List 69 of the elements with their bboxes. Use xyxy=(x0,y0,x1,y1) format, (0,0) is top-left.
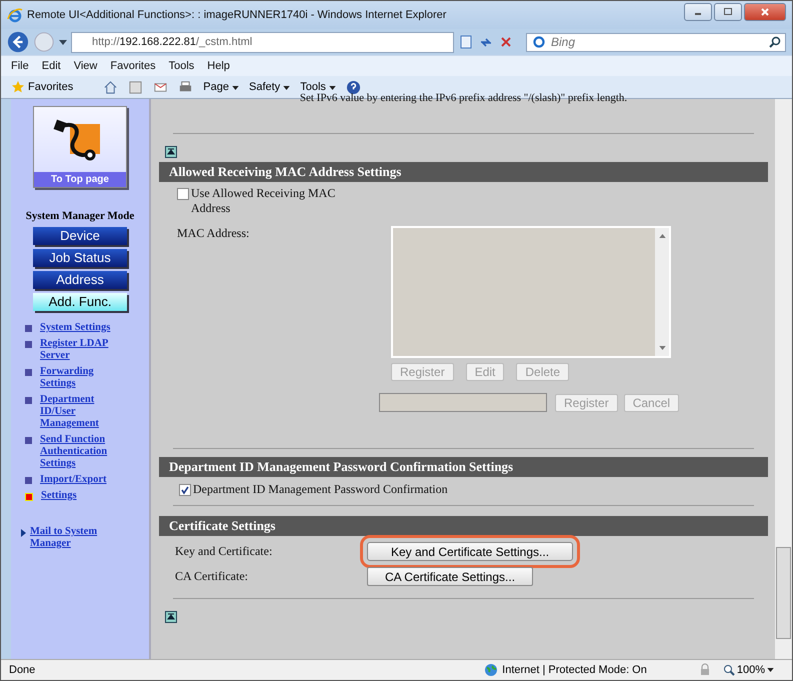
toolbar-menu[interactable]: Safety xyxy=(249,81,290,93)
browser-logo-icon xyxy=(7,7,23,23)
caret-icon xyxy=(232,86,239,90)
magnifier-icon xyxy=(722,664,735,676)
sidebar-link[interactable]: Forwarding Settings xyxy=(40,366,120,390)
section-header: Allowed Receiving MAC Address Settings xyxy=(159,162,768,182)
address-field[interactable]: http://192.168.222.81/_cstm.html xyxy=(71,32,454,52)
caret-icon xyxy=(329,86,336,90)
field-label: Key and Certificate: xyxy=(174,544,274,559)
maximize-icon xyxy=(723,7,733,17)
sidebar-link[interactable]: Import/Export xyxy=(40,474,120,486)
search-field[interactable]: Bing xyxy=(526,32,786,52)
field-label: CA Certificate: xyxy=(174,569,249,584)
nav-button[interactable]: Job Status xyxy=(33,249,127,267)
menu-item[interactable]: Tools xyxy=(168,60,194,72)
mail-link[interactable]: Mail to System Manager xyxy=(30,526,120,550)
home-icon[interactable] xyxy=(103,80,118,94)
back-button[interactable] xyxy=(7,31,29,53)
toolbar-menu[interactable]: Page xyxy=(203,81,239,93)
nav-button[interactable]: Add. Func. xyxy=(33,293,127,311)
nav-button[interactable]: Address xyxy=(33,271,127,289)
search-icon[interactable] xyxy=(769,36,781,48)
menu-item[interactable]: Help xyxy=(207,60,230,72)
sidebar-link[interactable]: Department ID/User Management xyxy=(40,394,120,430)
window-title: Remote UI<Additional Functions>: : imageRUNNER1740i - Windows Internet Explorer xyxy=(27,9,448,21)
checkbox-label: Department ID Management Password Confirmation xyxy=(193,482,448,497)
close-button[interactable] xyxy=(744,3,786,21)
page-scrollbar[interactable] xyxy=(774,99,792,659)
sidebar-link[interactable]: Send Function Authentication Settings xyxy=(40,434,120,470)
section-header: Certificate Settings xyxy=(159,516,768,536)
caret-icon xyxy=(283,86,290,90)
intro-text: Set IPv6 value by entering the IPv6 prefix address "/(slash)" prefix length. xyxy=(300,94,628,103)
scroll-down-icon[interactable] xyxy=(658,346,666,350)
menu-item[interactable]: View xyxy=(74,60,98,72)
sidebar-link[interactable]: Settings xyxy=(41,490,121,502)
maximize-button[interactable] xyxy=(714,3,742,21)
checkbox[interactable] xyxy=(179,484,191,496)
menu-item[interactable]: Favorites xyxy=(110,60,156,72)
history-dropdown-icon[interactable] xyxy=(59,40,67,44)
favorites-button[interactable]: Favorites xyxy=(11,80,74,94)
security-zone: Internet | Protected Mode: On xyxy=(484,663,647,677)
scroll-up-icon[interactable] xyxy=(658,234,666,238)
star-icon xyxy=(11,80,25,94)
globe-icon xyxy=(484,663,498,677)
close-icon xyxy=(760,7,770,17)
sidebar-link[interactable]: Register LDAP Server xyxy=(40,338,120,362)
caret-icon xyxy=(767,668,774,672)
settings-button[interactable]: CA Certificate Settings... xyxy=(367,567,533,586)
field-label: MAC Address: xyxy=(176,226,250,242)
printer-icon[interactable] xyxy=(178,80,194,94)
checkbox-label: Use Allowed Receiving MAC Address xyxy=(191,186,336,216)
section-header: Department ID Management Password Confirmation Settings xyxy=(159,457,768,477)
toolbar-menu[interactable]: Tools xyxy=(300,81,336,93)
back-to-top-icon[interactable] xyxy=(165,146,177,158)
minimize-button[interactable] xyxy=(684,3,712,21)
menu-item[interactable]: File xyxy=(11,60,29,72)
menu-item[interactable]: Edit xyxy=(42,60,61,72)
checkbox[interactable] xyxy=(177,188,189,200)
top-page-button[interactable]: To Top page xyxy=(33,106,127,188)
sidebar-link[interactable]: System Settings xyxy=(40,322,120,334)
help-icon[interactable] xyxy=(346,80,361,94)
status-text: Done xyxy=(9,664,36,676)
mode-label: System Manager Mode xyxy=(26,210,134,222)
nav-button[interactable]: Device xyxy=(33,227,127,245)
back-to-top-icon[interactable] xyxy=(165,611,177,623)
zoom-button[interactable]: 100% xyxy=(722,664,774,676)
triangle-bullet-icon xyxy=(21,529,26,537)
search-provider-icon xyxy=(531,36,547,48)
scrollbar[interactable] xyxy=(655,228,669,356)
